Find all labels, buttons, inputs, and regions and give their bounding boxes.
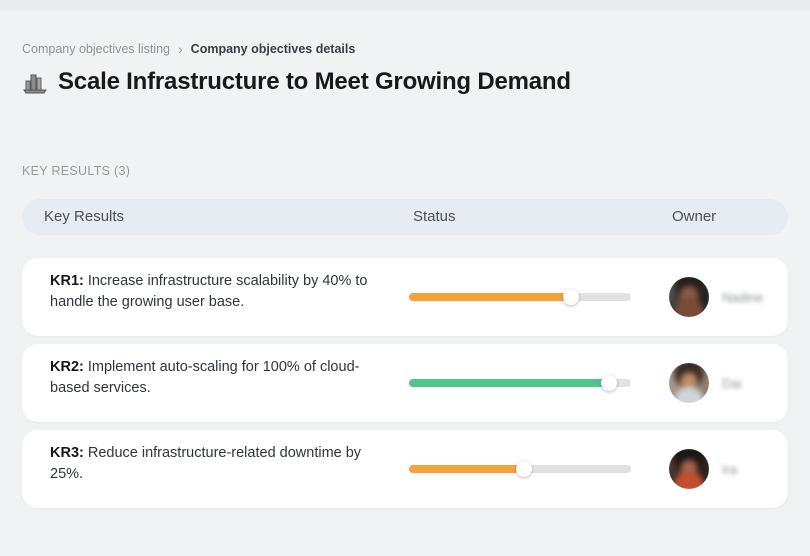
progress-fill [409, 293, 571, 301]
key-result-description: Implement auto-scaling for 100% of cloud… [50, 359, 360, 396]
page-title: Scale Infrastructure to Meet Growing Dem… [58, 68, 571, 95]
progress-slider[interactable] [409, 461, 631, 477]
column-header-status: Status [413, 208, 456, 225]
slider-knob[interactable] [516, 461, 532, 477]
key-result-row[interactable]: KR1: Increase infrastructure scalability … [22, 258, 788, 336]
progress-slider[interactable] [409, 375, 631, 391]
progress-fill [409, 465, 524, 473]
progress-slider[interactable] [409, 289, 631, 305]
chevron-right-icon: › [178, 41, 183, 57]
page: Company objectives listing › Company obj… [0, 0, 810, 556]
breadcrumb: Company objectives listing › Company obj… [22, 42, 355, 56]
breadcrumb-link-objectives-listing[interactable]: Company objectives listing [22, 42, 170, 56]
key-result-description: Increase infrastructure scalability by 4… [50, 273, 368, 310]
key-result-row[interactable]: KR2: Implement auto-scaling for 100% of c… [22, 344, 788, 422]
column-header-owner: Owner [672, 208, 717, 225]
top-strip [0, 0, 810, 10]
key-result-label: KR1: [50, 273, 84, 289]
column-header-key-results: Key Results [44, 208, 125, 225]
key-result-label: KR2: [50, 359, 84, 375]
slider-knob[interactable] [563, 289, 579, 305]
table-header: Key Results Status Owner [22, 199, 788, 235]
breadcrumb-current-objectives-details: Company objectives details [190, 42, 356, 56]
key-result-text: KR3: Reduce infrastructure-related downti… [50, 443, 394, 485]
owner-avatar [669, 449, 709, 489]
owner-name: Dai [722, 375, 742, 391]
avatar-photo [669, 277, 709, 317]
key-result-text: KR2: Implement auto-scaling for 100% of c… [50, 357, 394, 399]
avatar-photo [669, 449, 709, 489]
key-result-description: Reduce infrastructure-related downtime b… [50, 445, 362, 482]
slider-knob[interactable] [601, 375, 617, 391]
key-result-text: KR1: Increase infrastructure scalability … [50, 271, 394, 313]
key-results-count-label: KEY RESULTS (3) [22, 164, 131, 178]
page-title-row: Scale Infrastructure to Meet Growing Dem… [22, 68, 571, 96]
avatar-photo [669, 363, 709, 403]
cityscape-icon [22, 69, 48, 95]
owner-avatar [669, 277, 709, 317]
owner-name: Ira [722, 461, 738, 477]
key-result-row[interactable]: KR3: Reduce infrastructure-related downti… [22, 430, 788, 508]
owner-name: Nadine [722, 289, 764, 305]
owner-avatar [669, 363, 709, 403]
progress-fill [409, 379, 609, 387]
key-result-label: KR3: [50, 445, 84, 461]
